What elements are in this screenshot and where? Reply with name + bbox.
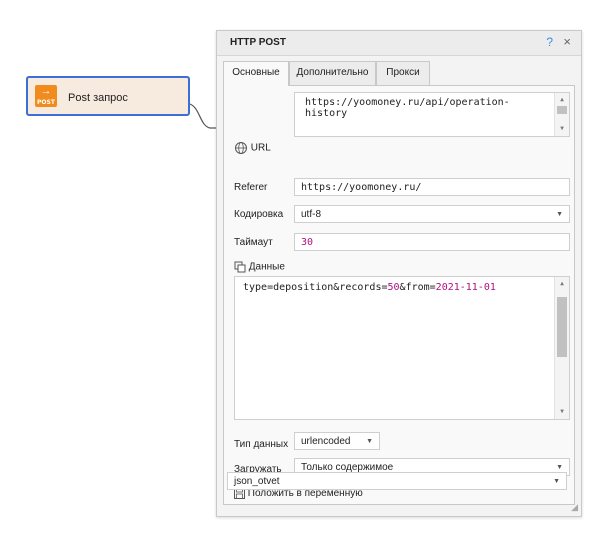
url-label-group: URL: [234, 141, 271, 155]
chevron-down-icon: ▼: [556, 211, 563, 218]
variable-select[interactable]: json_otvet ▼: [227, 472, 567, 490]
url-scrollbar[interactable]: ▲ ▼: [554, 93, 569, 136]
post-request-node[interactable]: → POST Post запрос: [26, 76, 190, 116]
tab-content-basic: URL https://yoomoney.ru/api/operation- h…: [223, 85, 575, 505]
data-scrollbar[interactable]: ▲ ▼: [554, 277, 569, 419]
data-text-part: 2021-11-01: [435, 282, 496, 293]
scroll-down-icon[interactable]: ▼: [555, 407, 569, 417]
scroll-up-icon[interactable]: ▲: [555, 95, 569, 105]
tab-proxy[interactable]: Прокси: [376, 61, 430, 85]
post-icon: → POST: [35, 85, 57, 107]
referer-label: Referer: [234, 182, 268, 193]
data-scroll-thumb[interactable]: [557, 297, 567, 357]
data-input[interactable]: type=deposition&records=50&from=2021-11-…: [234, 276, 570, 420]
node-title: Post запрос: [68, 92, 128, 104]
referer-input[interactable]: https://yoomoney.ru/: [294, 178, 570, 196]
encoding-label: Кодировка: [234, 209, 284, 220]
globe-icon: [235, 142, 247, 154]
url-label: URL: [250, 142, 271, 154]
data-type-select[interactable]: urlencoded ▼: [294, 432, 380, 450]
timeout-label: Таймаут: [234, 237, 273, 248]
scroll-up-icon[interactable]: ▲: [555, 279, 569, 289]
help-icon[interactable]: ?: [546, 35, 553, 49]
timeout-input[interactable]: 30: [294, 233, 570, 251]
tab-advanced[interactable]: Дополнительно: [289, 61, 376, 85]
data-label-group: Данные: [234, 261, 285, 273]
data-text: type=deposition&records=50&from=2021-11-…: [243, 282, 496, 293]
copy-icon: [234, 261, 246, 273]
panel-title: HTTP POST: [230, 37, 286, 48]
resize-grip-icon[interactable]: ◢: [571, 502, 578, 513]
data-type-label: Тип данных: [234, 439, 289, 450]
url-input[interactable]: https://yoomoney.ru/api/operation- histo…: [294, 92, 570, 137]
chevron-down-icon: ▼: [553, 478, 560, 485]
http-post-panel: HTTP POST ? × Основные Дополнительно Про…: [216, 30, 582, 517]
data-label: Данные: [248, 261, 285, 273]
tab-basic[interactable]: Основные: [223, 61, 289, 86]
scroll-down-icon[interactable]: ▼: [555, 124, 569, 134]
encoding-select[interactable]: utf-8 ▼: [294, 205, 570, 223]
data-text-part: 50: [387, 282, 400, 293]
url-scroll-thumb[interactable]: [557, 106, 567, 114]
data-text-part: type=deposition&records=: [243, 282, 388, 293]
chevron-down-icon: ▼: [556, 464, 563, 471]
close-icon[interactable]: ×: [563, 34, 571, 49]
panel-header: HTTP POST ? ×: [217, 31, 581, 56]
chevron-down-icon: ▼: [366, 438, 373, 445]
data-text-part: &from=: [399, 282, 436, 293]
